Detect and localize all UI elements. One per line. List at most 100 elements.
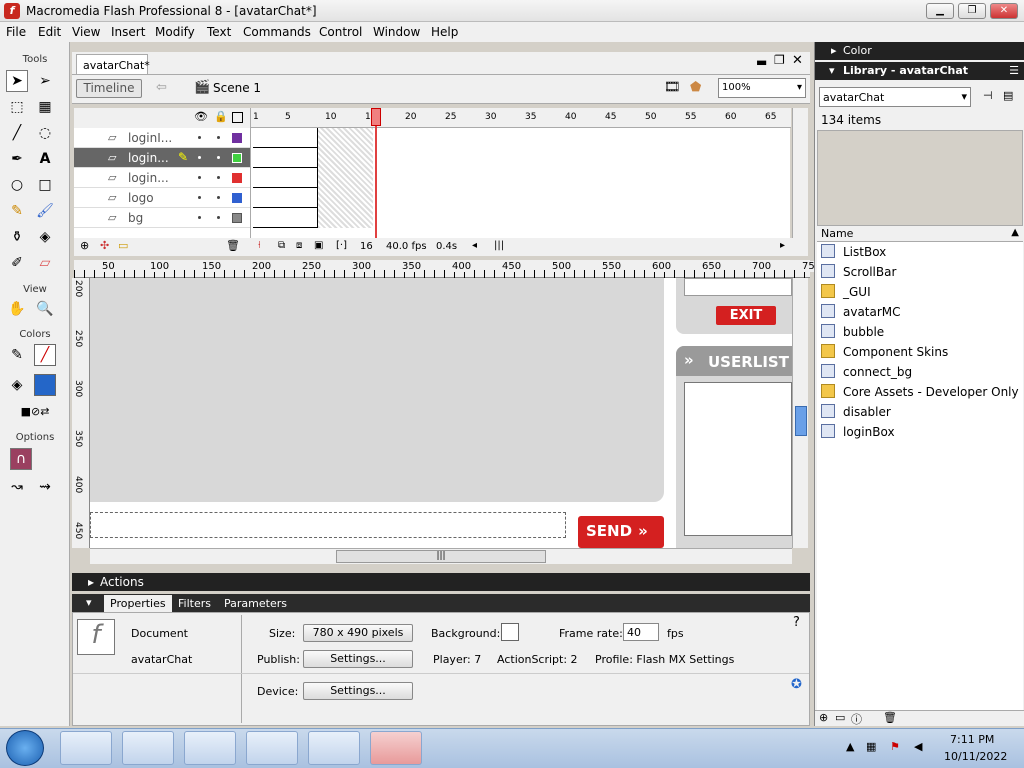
modify-markers-icon[interactable]: [·]	[336, 240, 347, 251]
paint-bucket-icon[interactable]: ◈	[34, 226, 56, 248]
explorer-icon[interactable]	[60, 731, 112, 765]
playhead-handle[interactable]	[371, 108, 381, 126]
stroke-color-icon[interactable]: ✎	[6, 344, 28, 366]
scroll-thumb[interactable]	[795, 406, 807, 436]
layer-row[interactable]: ▱ login...	[74, 168, 250, 188]
media-player-icon[interactable]	[122, 731, 174, 765]
document-tab[interactable]: avatarChat*	[76, 54, 150, 74]
pencil-tool-icon[interactable]: ✎	[6, 200, 28, 222]
stage[interactable]: EXIT » USERLIST SEND »	[90, 278, 792, 548]
stage-horizontal-scrollbar[interactable]: |||	[90, 548, 792, 564]
list-app-icon[interactable]	[308, 731, 360, 765]
library-column-header[interactable]: Name ▲	[817, 226, 1023, 242]
doc-close-icon[interactable]: ✕	[792, 53, 803, 68]
straighten-icon[interactable]: ⇝	[34, 476, 56, 498]
device-settings-button[interactable]: Settings...	[303, 682, 413, 700]
menu-text[interactable]: Text	[207, 25, 231, 39]
send-button[interactable]: SEND »	[578, 516, 664, 548]
menu-control[interactable]: Control	[319, 25, 362, 39]
list-item[interactable]: avatarMC	[821, 302, 1021, 322]
library-dropdown[interactable]: avatarChat ▾	[819, 87, 971, 107]
scroll-thumb[interactable]: |||	[336, 550, 546, 563]
login-input[interactable]	[684, 278, 792, 296]
subselect-tool-icon[interactable]: ➢	[34, 70, 56, 92]
brush-tool-icon[interactable]: 🖌	[34, 200, 56, 222]
layer-row[interactable]: ▱ loginI...	[74, 128, 250, 148]
sort-icon[interactable]: ▲	[1011, 227, 1019, 238]
exit-button[interactable]: EXIT	[716, 306, 776, 325]
timeline-scrollbar[interactable]	[792, 108, 808, 238]
new-folder-icon[interactable]: ▭	[835, 711, 845, 724]
outline-icon[interactable]	[232, 112, 243, 123]
add-folder-icon[interactable]: ▭	[118, 239, 128, 252]
list-item[interactable]: _GUI	[821, 282, 1021, 302]
layer-row[interactable]: ▱ logo	[74, 188, 250, 208]
properties-icon[interactable]: ⓘ	[851, 711, 862, 727]
list-item[interactable]: ScrollBar	[821, 262, 1021, 282]
tab-filters[interactable]: Filters	[178, 597, 211, 610]
center-frame-icon[interactable]: ⍿	[258, 240, 261, 251]
message-input[interactable]	[90, 512, 566, 538]
new-symbol-icon[interactable]: ⊕	[819, 711, 828, 724]
doc-minimize-icon[interactable]: ▬	[756, 55, 767, 69]
maximize-button[interactable]: ❐	[958, 3, 986, 19]
flash-taskbar-icon[interactable]	[370, 731, 422, 765]
zoom-dropdown[interactable]: 100% ▾	[718, 78, 806, 98]
publish-settings-button[interactable]: Settings...	[303, 650, 413, 668]
menu-view[interactable]: View	[72, 25, 100, 39]
menu-file[interactable]: File	[6, 25, 26, 39]
accessibility-icon[interactable]: ✪	[791, 677, 802, 692]
timeline-frames[interactable]: 1 5 10 15 20 25 30 35 40 45 50 55 60 65	[250, 108, 791, 238]
edit-symbol-icon[interactable]: ⬟	[690, 80, 701, 95]
stage-vertical-scrollbar[interactable]	[792, 278, 808, 548]
menu-window[interactable]: Window	[373, 25, 420, 39]
list-item[interactable]: connect_bg	[821, 362, 1021, 382]
fill-color-icon[interactable]: ◈	[6, 374, 28, 396]
list-item[interactable]: Component Skins	[821, 342, 1021, 362]
eye-icon[interactable]: 👁	[194, 110, 208, 123]
list-item[interactable]: disabler	[821, 402, 1021, 422]
list-item[interactable]: bubble	[821, 322, 1021, 342]
scroll-right-icon[interactable]: ▸	[780, 240, 785, 251]
help-icon[interactable]: ?	[793, 615, 800, 630]
color-panel-bar[interactable]: ▸ Color	[815, 42, 1024, 60]
text-tool-icon[interactable]: A	[34, 148, 56, 170]
fill-transform-icon[interactable]: ▦	[34, 96, 56, 118]
action-center-icon[interactable]: ⚑	[890, 740, 900, 753]
menu-help[interactable]: Help	[431, 25, 458, 39]
library-panel-bar[interactable]: ▾ Library - avatarChat ☰	[815, 62, 1024, 80]
menu-modify[interactable]: Modify	[155, 25, 195, 39]
edit-scene-icon[interactable]: 🎞	[664, 80, 681, 95]
stroke-swatch[interactable]: ╱	[34, 344, 56, 366]
layer-row[interactable]: ▱ bg	[74, 208, 250, 228]
fill-swatch[interactable]	[34, 374, 56, 396]
list-item[interactable]: Core Assets - Developer Only	[821, 382, 1021, 402]
scroll-left-icon[interactable]: ◂	[472, 240, 477, 251]
new-library-icon[interactable]: ▤	[1003, 89, 1013, 102]
tray-arrow-icon[interactable]: ▲	[846, 740, 854, 753]
line-tool-icon[interactable]: ╱	[6, 122, 28, 144]
eraser-icon[interactable]: ▱	[34, 252, 56, 274]
list-item[interactable]: ListBox	[821, 242, 1021, 262]
timeline-toggle-button[interactable]: Timeline	[76, 79, 142, 98]
arrow-tool-icon[interactable]: ➤	[6, 70, 28, 92]
pin-library-icon[interactable]: ⊣	[983, 89, 993, 102]
smooth-icon[interactable]: ↝	[6, 476, 28, 498]
eyedropper-icon[interactable]: ✐	[6, 252, 28, 274]
options-menu-icon[interactable]: ☰	[1009, 64, 1019, 77]
oval-tool-icon[interactable]: ○	[6, 174, 28, 196]
start-button[interactable]	[6, 730, 44, 766]
add-motion-guide-icon[interactable]: ✣	[100, 239, 109, 252]
size-button[interactable]: 780 x 490 pixels	[303, 624, 413, 642]
network-icon[interactable]: ▦	[866, 740, 876, 753]
menu-edit[interactable]: Edit	[38, 25, 61, 39]
menu-insert[interactable]: Insert	[111, 25, 145, 39]
menu-commands[interactable]: Commands	[243, 25, 311, 39]
hand-tool-icon[interactable]: ✋	[6, 298, 28, 320]
volume-icon[interactable]: ◀	[914, 740, 922, 753]
swap-colors-icon[interactable]: ■⊘⇄	[2, 400, 68, 422]
snap-magnet-icon[interactable]: ∩	[10, 448, 32, 470]
playhead[interactable]	[375, 108, 377, 238]
delete-icon[interactable]: 🗑	[883, 711, 897, 724]
free-transform-icon[interactable]: ⬚	[6, 96, 28, 118]
